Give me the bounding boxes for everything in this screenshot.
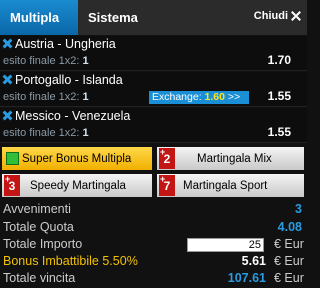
close-icon: [291, 11, 301, 21]
vincita-currency: € Eur: [274, 271, 304, 285]
bet-row: Austria - Ungheria esito finale 1x2: 1 1…: [0, 36, 307, 71]
bet-row: Portogallo - Islanda esito finale 1x2: 1…: [0, 72, 307, 107]
tab-multipla[interactable]: Multipla: [0, 0, 78, 35]
remove-bet-icon[interactable]: [3, 111, 12, 120]
plus-badge-icon: 2: [159, 141, 175, 169]
super-bonus-label: Super Bonus Multipla: [22, 152, 132, 165]
summary-importo: Totale Importo € Eur: [0, 236, 307, 254]
exchange-button[interactable]: Exchange: 1.60 >>: [149, 91, 249, 104]
summary-vincita: Totale vincita 107.61 € Eur: [0, 270, 307, 288]
bonus-currency: € Eur: [274, 254, 304, 268]
bet-row: Messico - Venezuela esito finale 1x2: 1 …: [0, 108, 307, 143]
bet-market: esito finale 1x2: 1: [3, 91, 89, 103]
close-label: Chiudi: [253, 10, 288, 22]
bet-pick: 1: [82, 55, 89, 67]
vincita-label: Totale vincita: [3, 271, 76, 285]
importo-currency: € Eur: [274, 237, 304, 251]
martingala-sport-button[interactable]: 7 Martingala Sport: [157, 168, 304, 197]
quota-value: 4.08: [277, 220, 302, 234]
vincita-value: 107.61: [227, 271, 266, 285]
bet-market-label: esito finale 1x2:: [3, 127, 80, 139]
summary-quota: Totale Quota 4.08: [0, 219, 307, 237]
importo-label: Totale Importo: [3, 237, 83, 251]
exchange-label: Exchange:: [152, 91, 202, 103]
martingala-mix-button[interactable]: 2 Martingala Mix: [157, 141, 304, 170]
avvenimenti-label: Avvenimenti: [3, 202, 71, 216]
checkbox-icon[interactable]: [6, 152, 19, 165]
tab-sistema[interactable]: Sistema: [78, 0, 160, 35]
avvenimenti-value: 3: [295, 202, 302, 216]
speedy-martingala-label: Speedy Martingala: [30, 179, 126, 192]
bet-market-label: esito finale 1x2:: [3, 55, 80, 67]
remove-bet-icon[interactable]: [3, 75, 12, 84]
martingala-sport-label: Martingala Sport: [183, 179, 268, 192]
exchange-value: 1.60: [204, 91, 225, 103]
coupon-tabs: Multipla Sistema Chiudi: [0, 0, 307, 35]
bet-market: esito finale 1x2: 1: [3, 55, 89, 67]
close-button[interactable]: Chiudi: [254, 10, 301, 22]
bet-odd: 1.70: [267, 53, 291, 67]
coupon-panel: Multipla Sistema Chiudi Austria - Ungher…: [0, 0, 307, 287]
bet-odd: 1.55: [267, 125, 291, 139]
bonus-value: 5.61: [241, 254, 266, 268]
bet-event-name: Austria - Ungheria: [15, 37, 116, 51]
bet-market-label: esito finale 1x2:: [3, 91, 80, 103]
bet-event-name: Messico - Venezuela: [15, 109, 131, 123]
martingala-mix-label: Martingala Mix: [197, 152, 272, 165]
bet-pick: 1: [82, 127, 89, 139]
plus-badge-icon: 7: [159, 168, 175, 196]
speedy-martingala-button[interactable]: 3 Speedy Martingala: [2, 168, 152, 197]
remove-bet-icon[interactable]: [3, 39, 12, 48]
importo-input[interactable]: [187, 238, 264, 252]
bet-odd: 1.55: [267, 89, 291, 103]
bet-event-name: Portogallo - Islanda: [15, 73, 123, 87]
plus-badge-icon: 3: [4, 168, 20, 196]
bonus-label: Bonus Imbattibile 5.50%: [3, 254, 138, 268]
bet-pick: 1: [82, 91, 89, 103]
exchange-arrow-icon: >>: [227, 91, 241, 103]
super-bonus-multipla-button[interactable]: Super Bonus Multipla: [2, 147, 152, 170]
summary-bonus: Bonus Imbattibile 5.50% 5.61 € Eur: [0, 253, 307, 271]
quota-label: Totale Quota: [3, 220, 74, 234]
bet-market: esito finale 1x2: 1: [3, 127, 89, 139]
summary-avvenimenti: Avvenimenti 3: [0, 201, 307, 219]
